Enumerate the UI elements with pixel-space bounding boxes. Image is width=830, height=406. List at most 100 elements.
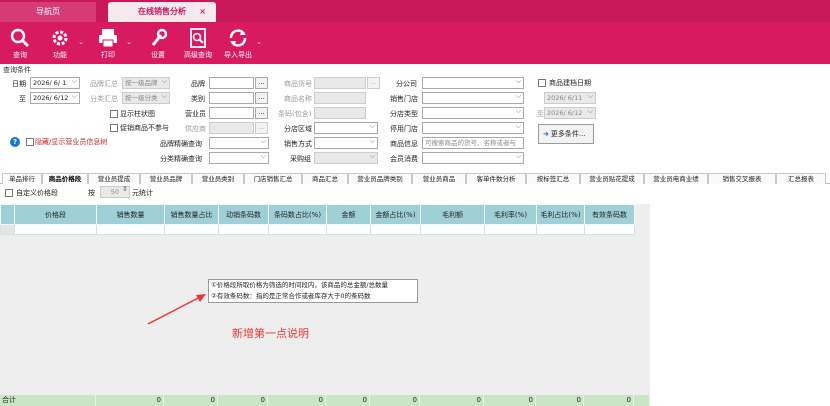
report-tab-11[interactable]: 营业员贴花提成	[580, 173, 644, 184]
report-tab-4[interactable]: 营业员类别	[192, 173, 244, 184]
column-header[interactable]: 毛利额	[420, 204, 485, 225]
total-cell: 0	[326, 395, 370, 406]
close-icon[interactable]: ×	[199, 2, 206, 22]
report-tab-14[interactable]: 汇总报表	[776, 173, 826, 184]
column-header[interactable]: 金额	[326, 204, 371, 225]
table-cell[interactable]	[268, 224, 327, 235]
promo-checkbox[interactable]	[110, 124, 118, 132]
column-header[interactable]: 毛利率(%)	[484, 204, 537, 225]
custom-price-label: 自定义价格段	[16, 189, 58, 197]
total-cell: 0	[536, 395, 584, 406]
disabled-store-select[interactable]	[422, 122, 524, 134]
column-header[interactable]: 条码数占比(%)	[268, 204, 327, 225]
create-date-from-picker[interactable]: 2026/ 6/11	[544, 92, 596, 104]
member-consumption-label: 会员消费	[390, 155, 418, 163]
table-cell[interactable]	[584, 224, 635, 235]
report-tab-12[interactable]: 营业员电商业绩	[644, 173, 708, 184]
table-cell[interactable]	[370, 224, 421, 235]
supplier-picker-button[interactable]: ...	[255, 122, 268, 134]
report-tab-9[interactable]: 客单件数分析	[466, 173, 526, 184]
print-button[interactable]: 打印 ⌄	[88, 24, 132, 64]
column-header[interactable]: 毛利占比(%)	[536, 204, 585, 225]
settings-button[interactable]: 设置	[138, 24, 178, 64]
report-tab-3[interactable]: 营业员品牌	[140, 173, 192, 184]
store-type-label: 分店类型	[390, 110, 418, 118]
table-cell[interactable]	[164, 224, 219, 235]
query-button[interactable]: 查询	[0, 24, 40, 64]
product-info-input[interactable]: 可搜索商品的货号、名称或者与	[422, 137, 524, 149]
stepper-icon[interactable]: ⇕	[122, 185, 128, 193]
date-to-picker[interactable]: 2026/ 6/12	[30, 92, 80, 104]
show-bar-chart-checkbox[interactable]	[110, 110, 118, 118]
create-date-to-picker[interactable]: 2026/ 6/12	[544, 107, 596, 119]
brand-summary-select[interactable]: 按一级品牌	[122, 77, 170, 89]
date-label: 日期	[12, 80, 26, 88]
table-cell[interactable]	[484, 224, 537, 235]
brand-input[interactable]	[209, 77, 254, 89]
purchase-group-select[interactable]	[314, 152, 378, 164]
store-area-select[interactable]	[314, 122, 378, 134]
supplier-input[interactable]	[209, 122, 254, 134]
row-header-corner	[0, 204, 15, 225]
column-header[interactable]: 销售数量占比	[164, 204, 219, 225]
column-header[interactable]: 动销条码数	[218, 204, 269, 225]
import-export-button[interactable]: 导入导出 ⌄	[218, 24, 262, 64]
custom-price-checkbox[interactable]	[5, 189, 13, 197]
advanced-query-button[interactable]: 高级查询	[178, 24, 218, 64]
sales-store-select[interactable]	[422, 92, 524, 104]
sales-method-select[interactable]	[314, 137, 378, 149]
hide-salesperson-checkbox[interactable]	[26, 138, 34, 146]
report-tab-6[interactable]: 商品汇总	[302, 173, 348, 184]
tab-bar: 导航页 在线销售分析 ×	[0, 0, 830, 22]
column-header[interactable]: 金额占比(%)	[370, 204, 421, 225]
report-tab-2[interactable]: 营业员提成	[88, 173, 140, 184]
column-header[interactable]: 价格段	[14, 204, 97, 225]
tab-online-sales-analysis[interactable]: 在线销售分析 ×	[108, 2, 216, 22]
help-icon[interactable]: ?	[10, 137, 20, 147]
table-cell[interactable]	[420, 224, 485, 235]
category-summary-select[interactable]: 按一级分类	[122, 92, 170, 104]
salesperson-label: 营业员	[185, 110, 206, 118]
table-cell[interactable]	[14, 224, 97, 235]
brand-precise-select[interactable]	[209, 137, 269, 149]
table-row[interactable]	[0, 224, 635, 235]
table-cell[interactable]	[326, 224, 371, 235]
report-tab-5[interactable]: 门店销售汇总	[244, 173, 302, 184]
table-cell[interactable]	[218, 224, 269, 235]
product-no-input[interactable]	[314, 77, 366, 89]
function-button[interactable]: 功能 ⌄	[40, 24, 84, 64]
product-name-input[interactable]	[314, 92, 366, 104]
report-tab-0[interactable]: 单品排行	[2, 173, 42, 184]
product-create-date-label: 商品建档日期	[549, 79, 591, 87]
to-label: 至	[19, 95, 26, 103]
toolbar: 查询 功能 ⌄ 打印 ⌄ 设置 高级查询 导入导出 ⌄	[0, 22, 830, 64]
column-header[interactable]: 有效条码数	[584, 204, 635, 225]
salesperson-input[interactable]	[209, 107, 254, 119]
brand-picker-button[interactable]: ...	[255, 77, 268, 89]
row-selector[interactable]	[0, 224, 15, 235]
branch-select[interactable]	[422, 77, 524, 89]
report-tab-1[interactable]: 商品价格段	[42, 173, 88, 184]
store-type-select[interactable]	[422, 107, 524, 119]
product-create-date-checkbox[interactable]	[538, 79, 546, 87]
category-input[interactable]	[209, 92, 254, 104]
more-conditions-button[interactable]: ➜ 更多条件...	[538, 124, 594, 144]
member-consumption-select[interactable]	[422, 152, 524, 164]
column-header[interactable]: 销售数量	[96, 204, 165, 225]
category-precise-label: 分类精确查询	[160, 155, 202, 163]
barcode-input[interactable]	[314, 107, 366, 119]
date-from-picker[interactable]: 2026/ 6/ 1	[30, 77, 80, 89]
create-to-label: 至	[537, 110, 544, 118]
report-tab-13[interactable]: 销售交叉报表	[708, 173, 776, 184]
tab-home[interactable]: 导航页	[0, 2, 96, 22]
table-cell[interactable]	[96, 224, 165, 235]
report-tab-8[interactable]: 营业员商品	[412, 173, 466, 184]
salesperson-picker-button[interactable]: ...	[255, 107, 268, 119]
report-tab-10[interactable]: 按标签汇总	[526, 173, 580, 184]
category-picker-button[interactable]: ...	[255, 92, 268, 104]
category-precise-select[interactable]	[209, 152, 269, 164]
table-cell[interactable]	[536, 224, 585, 235]
report-tab-7[interactable]: 营业员品牌类别	[348, 173, 412, 184]
product-no-picker-button[interactable]: ...	[367, 77, 380, 89]
refresh-icon	[229, 29, 247, 47]
